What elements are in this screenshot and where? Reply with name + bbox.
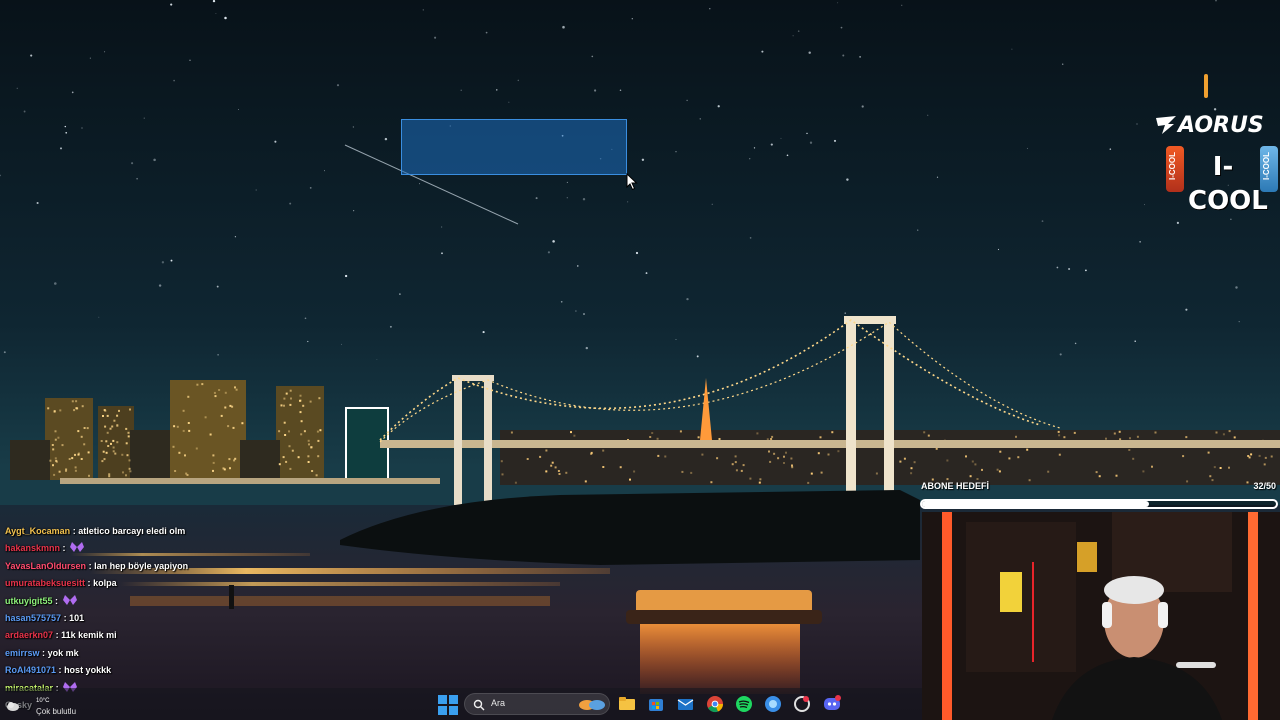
chat-message: emirrsw : yok mk: [0, 645, 360, 662]
taskbar-search-box[interactable]: Ara: [464, 693, 610, 715]
subscriber-goal-progress-bar: [920, 499, 1278, 509]
chat-text: 101: [69, 612, 85, 623]
subscriber-goal-progress-fill: [922, 501, 1149, 507]
chat-message: utkuyigit55 :: [0, 593, 360, 610]
chat-username: YavasLanOldursen: [5, 560, 87, 571]
desktop[interactable]: AORUS I-COOL I-COOL I-COOL Aygt_Kocaman …: [0, 0, 1280, 720]
chat-message: YavasLanOldursen : lan hep böyle yapiyon: [0, 558, 360, 575]
chat-message: ardaerkn07 : 11k kemik mi: [0, 627, 360, 644]
subscriber-goal-label: ABONE HEDEFİ: [921, 481, 990, 491]
chat-separator: :: [55, 630, 59, 641]
aorus-wordmark: AORUS: [1178, 112, 1264, 138]
weather-temperature: 10°C: [36, 698, 50, 704]
aorus-wing-icon: [1156, 116, 1176, 134]
discord-icon: [824, 695, 841, 710]
spotify-button[interactable]: [733, 693, 755, 715]
microsoft-store-button[interactable]: [645, 693, 667, 715]
windows-logo-tile: [438, 706, 447, 715]
chat-username: ardaerkn07: [5, 630, 54, 641]
start-button[interactable]: [437, 694, 459, 716]
chat-separator: :: [58, 665, 62, 676]
chat-separator: :: [63, 612, 67, 623]
search-icon: [473, 699, 485, 711]
windows-logo-tile: [449, 706, 458, 715]
chat-text: lan hep böyle yapiyon: [94, 560, 189, 571]
chat-message: Aygt_Kocaman : atletico barcayı eledi ol…: [0, 523, 360, 540]
icool-can-left: I-COOL: [1166, 146, 1184, 192]
chat-username: hakanskmnn: [5, 543, 61, 554]
cloud-icon: [7, 702, 19, 711]
windows-taskbar: 10°C Çok bulutlu Ara: [0, 688, 922, 720]
chat-username: utkuyigit55: [5, 595, 53, 606]
browser-icon: [765, 696, 781, 712]
butterfly-emote-icon: [62, 594, 77, 605]
chat-username: hasan575757: [5, 612, 62, 623]
search-highlight-icon: [579, 700, 605, 710]
webcam-feed: [922, 512, 1280, 720]
spotify-icon: [736, 696, 752, 712]
icool-wordmark: I-COOL: [1188, 152, 1268, 216]
app-icon: [794, 696, 810, 712]
chat-separator: :: [55, 595, 59, 606]
chat-message: umuratabeksuesitt : kolpa: [0, 575, 360, 592]
aorus-logo: AORUS: [1156, 110, 1276, 140]
chat-username: Aygt_Kocaman: [5, 526, 71, 536]
mail-button[interactable]: [674, 693, 696, 715]
chat-separator: :: [42, 647, 46, 658]
chrome-button[interactable]: [704, 693, 726, 715]
subscriber-goal-widget: ABONE HEDEFİ 32/50: [918, 478, 1280, 514]
weather-widget[interactable]: 10°C Çok bulutlu: [4, 692, 94, 718]
folder-icon: [619, 697, 635, 710]
chat-text: yok mk: [47, 647, 79, 658]
chat-message: hakanskmnn :: [0, 540, 360, 557]
store-icon: [649, 699, 663, 711]
chat-text: 11k kemik mi: [61, 630, 117, 641]
windows-logo-tile: [438, 695, 447, 704]
weather-description: Çok bulutlu: [36, 707, 77, 716]
icool-can-right: I-COOL: [1260, 146, 1278, 192]
file-explorer-button[interactable]: [616, 693, 638, 715]
chat-separator: :: [72, 526, 76, 536]
chat-text: host yokkk: [64, 665, 112, 676]
stream-chat-overlay: Aygt_Kocaman : atletico barcayı eledi ol…: [0, 523, 360, 713]
chat-text: atletico barcayı eledi olm: [78, 526, 186, 536]
chat-username: umuratabeksuesitt: [5, 578, 86, 589]
desktop-selection-rectangle: [401, 119, 627, 175]
chat-username: emirrsw: [5, 647, 40, 658]
icool-logo: I-COOL I-COOL I-COOL: [1166, 146, 1278, 216]
search-placeholder: Ara: [491, 698, 506, 708]
mouse-pointer-icon: [626, 173, 638, 191]
chat-message: RoAl491071 : host yokkk: [0, 662, 360, 679]
chat-separator: :: [62, 543, 66, 554]
chat-separator: :: [88, 560, 92, 571]
chat-text: kolpa: [93, 578, 117, 589]
chrome-icon: [707, 696, 724, 713]
windows-logo-tile: [449, 695, 458, 704]
discord-button[interactable]: [821, 693, 843, 715]
chat-separator: :: [87, 578, 91, 589]
browser-button[interactable]: [762, 693, 784, 715]
chat-message: hasan575757 : 101: [0, 610, 360, 627]
app-button[interactable]: [791, 693, 813, 715]
subscriber-goal-count: 32/50: [1253, 481, 1276, 491]
sponsor-logos: AORUS I-COOL I-COOL I-COOL: [1150, 70, 1278, 216]
chat-username: RoAl491071: [5, 665, 57, 676]
mail-icon: [677, 699, 694, 710]
overlay-marker: [1204, 74, 1208, 98]
butterfly-emote-icon: [70, 542, 85, 553]
